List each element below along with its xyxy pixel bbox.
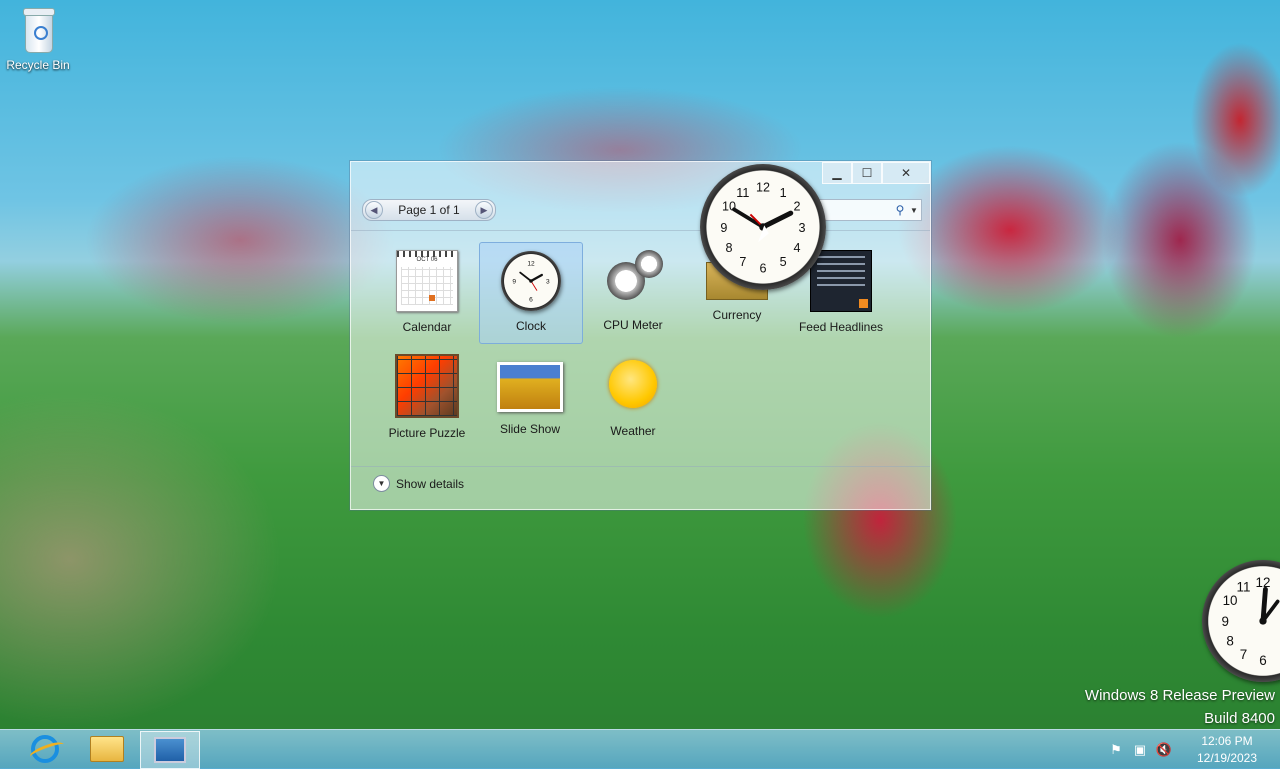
gadget-weather[interactable]: Weather: [582, 346, 684, 446]
svg-text:2: 2: [794, 200, 801, 214]
taskbar-desktop-gadgets[interactable]: [140, 731, 200, 769]
svg-text:12: 12: [527, 260, 535, 267]
network-icon[interactable]: ▣: [1131, 741, 1149, 759]
svg-text:12: 12: [1256, 575, 1271, 590]
svg-text:10: 10: [1223, 593, 1238, 608]
slide-show-icon: [497, 362, 563, 412]
taskbar-clock[interactable]: 12:06 PM 12/19/2023: [1182, 733, 1272, 767]
dropdown-arrow-icon[interactable]: ▼: [907, 206, 921, 215]
cpu-meter-icon: [603, 250, 663, 310]
clock-icon: 12 3 6 9: [501, 251, 561, 311]
file-explorer-icon: [90, 736, 124, 762]
picture-puzzle-icon: [395, 354, 459, 418]
system-tray: ⚑ ▣ 🔇 12:06 PM 12/19/2023: [1104, 730, 1280, 769]
svg-text:12: 12: [756, 181, 770, 195]
chevron-down-icon: ▼: [373, 475, 390, 492]
svg-text:3: 3: [799, 221, 806, 235]
window-controls: ▁ ☐ ✕: [822, 162, 930, 184]
recycle-bin-icon: [21, 8, 55, 53]
svg-text:9: 9: [1221, 614, 1228, 629]
gadget-label: Currency: [712, 308, 762, 322]
svg-text:6: 6: [759, 261, 766, 275]
svg-text:4: 4: [794, 241, 801, 255]
gadget-gallery-window: ▁ ☐ ✕ ◀ Page 1 of 1 ▶ ⚲ ▼ OCT 06 Calenda…: [350, 161, 931, 510]
gadget-picture-puzzle[interactable]: Picture Puzzle: [376, 346, 478, 446]
svg-text:11: 11: [1237, 580, 1251, 595]
gadget-label: Weather: [610, 424, 656, 438]
close-button[interactable]: ✕: [882, 162, 930, 184]
calendar-month-label: OCT 06: [416, 257, 438, 263]
weather-icon: [609, 360, 657, 408]
watermark-line-1: Windows 8 Release Preview: [1084, 687, 1275, 704]
gadget-label: Picture Puzzle: [388, 426, 466, 440]
minimize-button[interactable]: ▁: [822, 162, 852, 184]
svg-text:3: 3: [546, 278, 550, 285]
svg-text:8: 8: [725, 241, 732, 255]
taskbar-internet-explorer[interactable]: [16, 731, 74, 767]
show-details-toggle[interactable]: ▼ Show details: [373, 475, 464, 492]
gadget-label: Feed Headlines: [798, 320, 884, 334]
watermark-line-2: Build 8400: [1204, 710, 1275, 727]
svg-text:7: 7: [1240, 647, 1247, 662]
svg-text:11: 11: [736, 186, 749, 200]
taskbar-file-explorer[interactable]: [78, 731, 136, 767]
gadget-label: CPU Meter: [603, 318, 663, 332]
taskbar-time: 12:06 PM: [1201, 733, 1253, 748]
svg-text:9: 9: [720, 221, 727, 235]
next-page-button[interactable]: ▶: [474, 201, 493, 219]
svg-text:6: 6: [1259, 653, 1266, 668]
svg-text:10: 10: [722, 200, 736, 214]
page-indicator: Page 1 of 1: [398, 203, 460, 217]
windows-version-watermark: Windows 8 Release Preview Build 8400: [1085, 684, 1275, 730]
svg-text:8: 8: [1226, 633, 1233, 648]
gadget-label: Calendar: [402, 320, 452, 334]
taskbar: ⚑ ▣ 🔇 12:06 PM 12/19/2023: [0, 729, 1280, 769]
gadget-clock[interactable]: 12 3 6 9 Clock: [479, 242, 583, 344]
action-center-flag-icon[interactable]: ⚑: [1107, 741, 1125, 759]
svg-text:7: 7: [739, 255, 746, 269]
rss-icon: [859, 299, 868, 308]
gadget-cpu-meter[interactable]: CPU Meter: [582, 242, 684, 342]
calendar-icon: OCT 06: [396, 250, 458, 312]
show-details-label: Show details: [396, 476, 465, 491]
gadget-label: Clock: [515, 319, 546, 333]
page-navigator: ◀ Page 1 of 1 ▶: [362, 199, 496, 221]
gadget-calendar[interactable]: OCT 06 Calendar: [376, 242, 478, 342]
gadget-label: Slide Show: [499, 422, 561, 436]
svg-text:9: 9: [512, 278, 516, 285]
svg-text:1: 1: [780, 186, 787, 200]
search-gadgets-input[interactable]: ⚲ ▼: [810, 199, 922, 221]
svg-text:6: 6: [529, 296, 533, 303]
volume-muted-icon[interactable]: 🔇: [1155, 741, 1173, 759]
gadget-slide-show[interactable]: Slide Show: [479, 346, 581, 446]
recycle-bin[interactable]: Recycle Bin: [6, 8, 70, 72]
internet-explorer-icon: [31, 735, 59, 763]
search-icon[interactable]: ⚲: [893, 203, 907, 217]
desktop-clock-gadget[interactable]: 12 9 6 11 10 8 7: [1202, 560, 1280, 682]
recycle-bin-label: Recycle Bin: [6, 58, 70, 72]
previous-page-button[interactable]: ◀: [365, 201, 383, 219]
desktop-gadgets-icon: [154, 737, 186, 763]
svg-text:5: 5: [780, 255, 787, 269]
maximize-button[interactable]: ☐: [852, 162, 882, 184]
taskbar-date: 12/19/2023: [1196, 750, 1258, 765]
